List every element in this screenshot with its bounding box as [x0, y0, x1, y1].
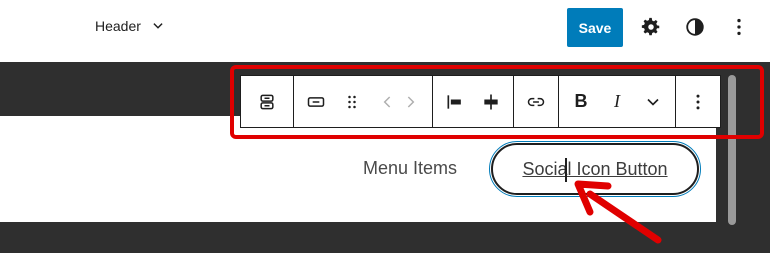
justify-center-icon: [484, 94, 498, 109]
italic-icon: I: [614, 91, 620, 111]
top-bar: Header Save: [0, 0, 770, 62]
link-icon: [527, 97, 545, 106]
styles-button[interactable]: [683, 15, 707, 39]
gear-icon: [641, 17, 660, 36]
justify-left-icon: [447, 94, 461, 109]
settings-button[interactable]: [639, 15, 663, 39]
justify-center-button[interactable]: [473, 84, 509, 120]
navigation-block-icon: [260, 94, 274, 109]
chevron-down-icon: [153, 23, 163, 29]
chevron-right-icon: [407, 95, 415, 108]
button-block-icon: [307, 96, 325, 107]
block-options-button[interactable]: [680, 84, 716, 120]
parent-navigation-button[interactable]: [249, 84, 285, 120]
document-title-dropdown[interactable]: Header: [95, 18, 165, 34]
bold-icon: B: [574, 91, 588, 111]
red-arrow-annotation: [574, 180, 662, 244]
menu-items-link[interactable]: Menu Items: [363, 158, 457, 179]
italic-button[interactable]: I: [599, 84, 635, 120]
block-type-button[interactable]: [298, 84, 334, 120]
chevron-down-icon: [647, 98, 659, 106]
half-circle-icon: [686, 18, 704, 36]
save-button[interactable]: Save: [567, 8, 623, 47]
justify-left-button[interactable]: [437, 84, 473, 120]
chevron-left-icon: [383, 95, 391, 108]
drag-handle-icon: [348, 95, 356, 108]
scrollbar[interactable]: [728, 75, 736, 225]
bold-button[interactable]: B: [563, 84, 599, 120]
vertical-ellipsis-icon: [737, 18, 741, 36]
drag-handle[interactable]: [334, 84, 370, 120]
block-toolbar: B I: [240, 75, 721, 128]
vertical-ellipsis-icon: [696, 94, 700, 109]
link-button[interactable]: [518, 84, 554, 120]
options-button[interactable]: [727, 15, 751, 39]
document-title: Header: [95, 18, 141, 34]
more-formats-button[interactable]: [635, 84, 671, 120]
